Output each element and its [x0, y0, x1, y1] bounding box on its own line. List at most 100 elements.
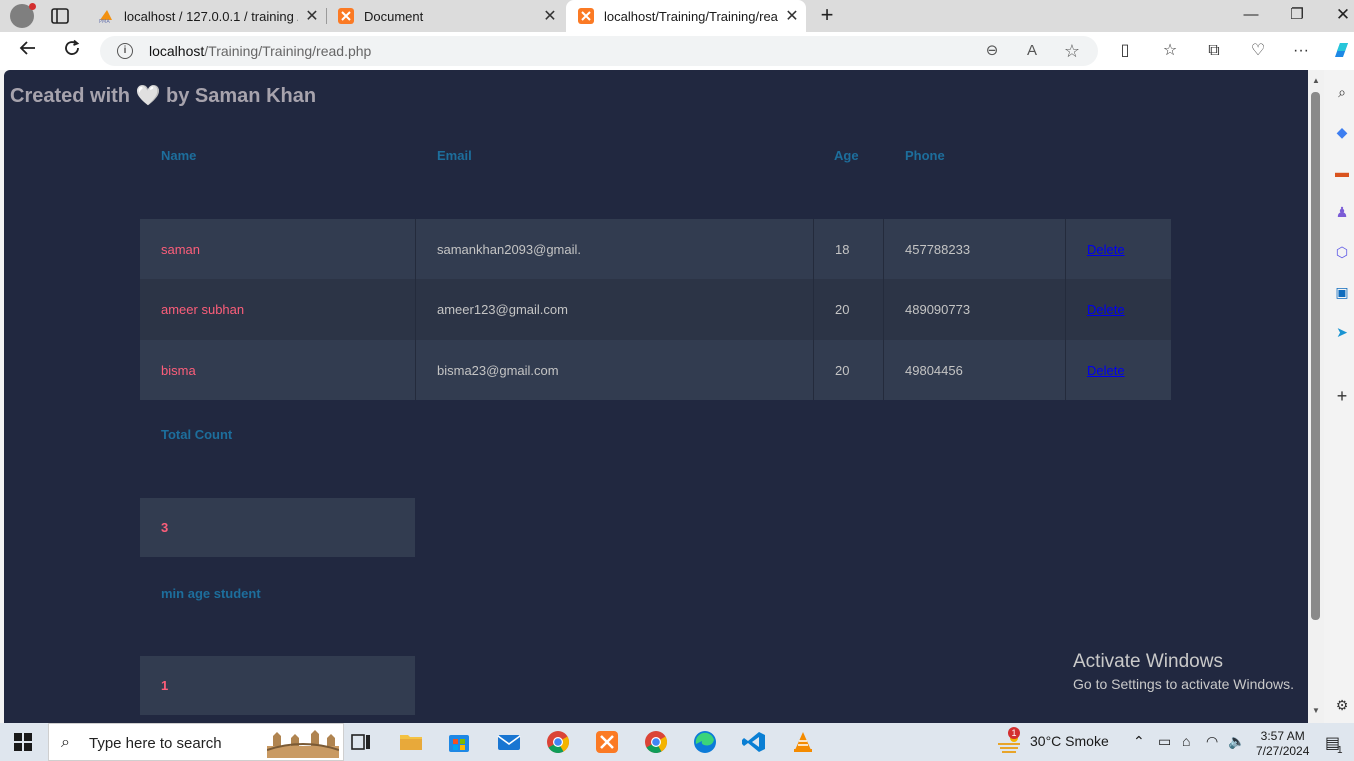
- delete-link[interactable]: Delete: [1087, 242, 1125, 257]
- back-icon[interactable]: [16, 39, 40, 63]
- vlc-icon[interactable]: [790, 730, 816, 754]
- clock-date: 7/27/2024: [1256, 744, 1310, 758]
- cell-name: saman: [140, 219, 416, 279]
- tools-icon[interactable]: ▬: [1333, 163, 1351, 181]
- restore-icon[interactable]: ❐: [1274, 0, 1320, 32]
- search-icon: ⌕: [61, 734, 70, 751]
- windows-start-icon[interactable]: [14, 733, 32, 751]
- chrome-icon[interactable]: [545, 730, 571, 754]
- taskbar-search[interactable]: ⌕ Type here to search: [48, 723, 344, 761]
- cell-action: Delete: [1066, 279, 1171, 340]
- site-info-icon[interactable]: i: [117, 43, 133, 59]
- volume-icon[interactable]: 🔈: [1228, 733, 1245, 750]
- cell-phone: 457788233: [884, 219, 1066, 279]
- copilot-icon[interactable]: [1330, 39, 1354, 63]
- tab-document[interactable]: Document ✕: [326, 0, 564, 32]
- header-age: Age: [834, 148, 859, 163]
- watermark-title: Activate Windows: [1073, 651, 1223, 672]
- notification-count: 1: [1337, 745, 1343, 756]
- address-url[interactable]: localhost/Training/Training/read.php: [149, 43, 371, 59]
- show-hidden-icons-icon[interactable]: ⌃: [1133, 733, 1145, 750]
- taskbar-search-placeholder: Type here to search: [89, 735, 222, 752]
- min-age-label: min age student: [161, 586, 261, 601]
- table-row: saman samankhan2093@gmail. 18 457788233 …: [140, 219, 1171, 279]
- file-explorer-icon[interactable]: [398, 730, 424, 754]
- xampp-icon: [578, 8, 594, 24]
- cell-email: bisma23@gmail.com: [416, 340, 814, 400]
- tab-actions-icon[interactable]: [50, 6, 70, 26]
- favorites-icon[interactable]: ☆: [1159, 40, 1181, 62]
- zoom-out-icon[interactable]: ⊖: [982, 41, 1002, 61]
- activate-windows-watermark: Activate Windows Go to Settings to activ…: [1073, 651, 1294, 692]
- windows-taskbar: ⌕ Type here to search 1 30°C Smoke ⌃ ▭ ⌂…: [0, 723, 1354, 761]
- vscode-icon[interactable]: [741, 730, 767, 754]
- taskbar-clock[interactable]: 3:57 AM 7/27/2024: [1256, 729, 1309, 759]
- device-icon[interactable]: ⌂: [1182, 733, 1190, 749]
- tab-title: Document: [364, 8, 424, 24]
- xampp-icon: [338, 8, 354, 24]
- edge-icon[interactable]: [692, 730, 718, 754]
- xampp-icon[interactable]: [594, 730, 620, 754]
- close-tab-icon[interactable]: ✕: [298, 6, 326, 26]
- tab-read-php[interactable]: localhost/Training/Training/read.p ✕: [566, 0, 806, 32]
- cell-action: Delete: [1066, 340, 1171, 400]
- cell-email: ameer123@gmail.com: [416, 279, 814, 340]
- new-tab-icon[interactable]: +: [815, 4, 839, 28]
- tab-title: localhost / 127.0.0.1 / training / s: [124, 8, 298, 24]
- scroll-down-icon[interactable]: ▼: [1311, 706, 1321, 716]
- profile-avatar-icon[interactable]: [10, 3, 36, 28]
- split-screen-icon[interactable]: ▯: [1114, 40, 1136, 62]
- cell-age: 20: [814, 279, 884, 340]
- weather-badge: 1: [1008, 727, 1020, 739]
- microsoft-store-icon[interactable]: [446, 730, 472, 754]
- header-email: Email: [437, 148, 472, 163]
- header-name: Name: [161, 148, 197, 163]
- header-phone: Phone: [905, 148, 945, 163]
- browser-essentials-icon[interactable]: ♡: [1247, 40, 1269, 62]
- refresh-icon[interactable]: [60, 39, 84, 63]
- shopping-tag-icon[interactable]: ◆: [1333, 123, 1351, 141]
- scrollbar-thumb[interactable]: [1311, 92, 1320, 620]
- meet-now-icon[interactable]: ▭: [1158, 733, 1171, 750]
- close-tab-icon[interactable]: ✕: [778, 6, 806, 26]
- clock-time: 3:57 AM: [1260, 729, 1305, 743]
- phpmyadmin-icon: PMA: [98, 8, 114, 25]
- outlook-icon[interactable]: ▣: [1333, 283, 1351, 301]
- games-icon[interactable]: ♟: [1333, 203, 1351, 221]
- tab-title: localhost/Training/Training/read.p: [604, 8, 778, 24]
- minimize-icon[interactable]: —: [1228, 0, 1274, 32]
- browser-tab-strip: PMA localhost / 127.0.0.1 / training / s…: [0, 0, 1354, 32]
- cell-age: 20: [814, 340, 884, 400]
- search-icon[interactable]: ⌕: [1333, 83, 1351, 101]
- more-menu-icon[interactable]: ···: [1290, 40, 1312, 62]
- read-aloud-icon[interactable]: A: [1022, 41, 1042, 61]
- wifi-icon[interactable]: ◠: [1206, 733, 1218, 750]
- chrome-profile-icon[interactable]: [643, 730, 669, 754]
- min-age-value: 1: [140, 656, 415, 715]
- mail-icon[interactable]: [496, 730, 522, 754]
- cell-phone: 49804456: [884, 340, 1066, 400]
- table-row: ameer subhan ameer123@gmail.com 20 48909…: [140, 279, 1171, 340]
- task-view-icon[interactable]: [348, 730, 374, 754]
- favorite-star-icon[interactable]: ☆: [1062, 41, 1082, 61]
- collections-icon[interactable]: ⧉: [1203, 40, 1225, 62]
- watermark-subtitle: Go to Settings to activate Windows.: [1073, 676, 1294, 692]
- page-scrollbar[interactable]: ▲ ▼: [1308, 70, 1324, 723]
- send-icon[interactable]: ➤: [1333, 323, 1351, 341]
- svg-text:PMA: PMA: [99, 19, 110, 24]
- cell-age: 18: [814, 219, 884, 279]
- delete-link[interactable]: Delete: [1087, 363, 1125, 378]
- page-viewport: Created with 🤍 by Saman Khan Name Email …: [4, 70, 1308, 723]
- microsoft-365-icon[interactable]: ⬡: [1333, 243, 1351, 261]
- add-sidebar-app-icon[interactable]: +: [1333, 387, 1351, 405]
- close-window-icon[interactable]: ✕: [1320, 0, 1354, 32]
- tab-phpmyadmin[interactable]: PMA localhost / 127.0.0.1 / training / s…: [86, 0, 326, 32]
- sidebar-settings-icon[interactable]: ⚙: [1333, 696, 1351, 714]
- page-heading: Created with 🤍 by Saman Khan: [10, 85, 317, 107]
- delete-link[interactable]: Delete: [1087, 302, 1125, 317]
- address-bar[interactable]: i localhost/Training/Training/read.php ⊖…: [100, 36, 1098, 66]
- cell-name: ameer subhan: [140, 279, 416, 340]
- close-tab-icon[interactable]: ✕: [536, 6, 564, 26]
- scroll-up-icon[interactable]: ▲: [1311, 76, 1321, 86]
- weather-text[interactable]: 30°C Smoke: [1030, 733, 1109, 749]
